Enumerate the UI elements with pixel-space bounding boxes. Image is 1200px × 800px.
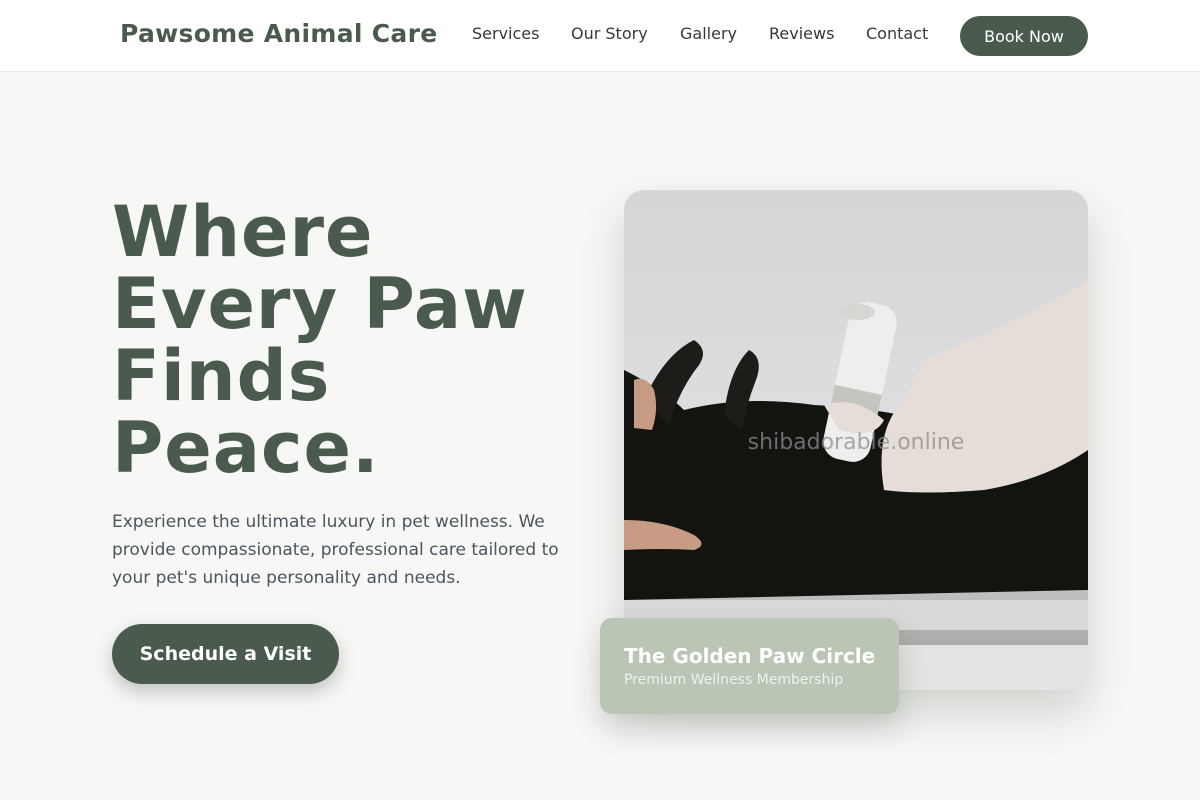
membership-subtitle: Premium Wellness Membership: [624, 672, 844, 688]
hero-description: Experience the ultimate luxury in pet we…: [112, 512, 559, 588]
hero-photo: shibadorable.online: [624, 190, 1088, 690]
nav-link-contact[interactable]: Contact: [866, 24, 928, 43]
membership-title: The Golden Paw Circle: [624, 644, 876, 668]
nav-link-services[interactable]: Services: [472, 24, 539, 43]
schedule-visit-button[interactable]: Schedule a Visit: [112, 624, 339, 684]
nav-link-our-story[interactable]: Our Story: [571, 24, 648, 43]
nav-link-gallery[interactable]: Gallery: [680, 24, 737, 43]
hero-title-line: Peace.: [112, 407, 380, 489]
site-header: Pawsome Animal Care Services Our Story G…: [0, 0, 1200, 72]
membership-card[interactable]: The Golden Paw Circle Premium Wellness M…: [600, 618, 899, 714]
hero-title-line: Where: [112, 191, 374, 273]
hero-title-line: Every Paw: [112, 263, 528, 345]
nav-link-reviews[interactable]: Reviews: [769, 24, 834, 43]
hero-title-line: Finds: [112, 335, 331, 417]
photo-watermark: shibadorable.online: [747, 430, 965, 455]
book-now-button[interactable]: Book Now: [960, 16, 1088, 56]
hero-title: Where Every Paw Finds Peace.: [112, 196, 592, 484]
